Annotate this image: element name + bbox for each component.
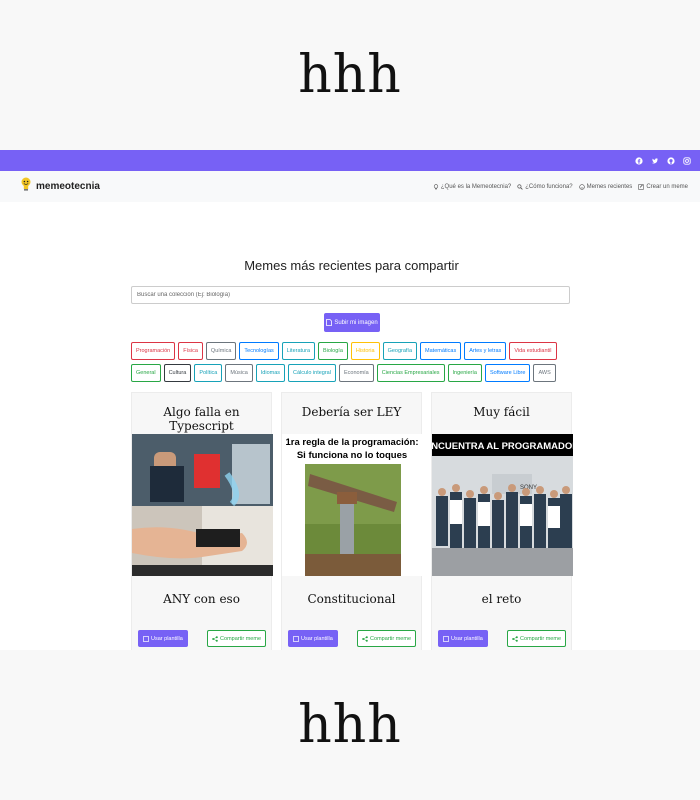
nav-link-label: ¿Cómo funciona? <box>525 183 573 190</box>
meme-cards: Algo falla en Typescript ANY con eso Usa… <box>131 392 573 650</box>
tag-aws[interactable]: AWS <box>533 364 556 382</box>
meme-card: Muy fácil ENCUENTRA AL PROGRAMADOR SONY <box>431 392 573 650</box>
tag-biología[interactable]: Biología <box>318 342 348 360</box>
tag-vida-estudiantil[interactable]: Vida estudiantil <box>509 342 557 360</box>
tag-geografía[interactable]: Geografía <box>382 342 418 360</box>
tag-ingeniería[interactable]: Ingeniería <box>447 364 482 382</box>
tag-programación[interactable]: Programación <box>131 342 176 360</box>
tag-software-libre[interactable]: Software Libre <box>484 364 531 382</box>
instagram-icon[interactable] <box>682 156 692 166</box>
meme-card-actions: Usar plantilla Compartir meme <box>438 630 566 647</box>
tag-política[interactable]: Política <box>194 364 223 382</box>
meme-card-caption: el reto <box>481 592 522 606</box>
tag-economía[interactable]: Economía <box>338 364 374 382</box>
use-template-button[interactable]: Usar plantilla <box>138 630 188 647</box>
tag-row-2: General Cultura Política Música Idiomas Cálcu… <box>131 364 572 382</box>
edit-icon <box>293 635 299 642</box>
share-meme-button[interactable]: Compartir meme <box>207 630 266 647</box>
use-template-button[interactable]: Usar plantilla <box>288 630 338 647</box>
page-title: Memes más recientes para compartir <box>244 258 459 273</box>
meme-card-title: Muy fácil <box>473 405 530 419</box>
lightbulb-logo-icon <box>20 176 32 197</box>
share-meme-label: Compartir meme <box>520 635 561 642</box>
tag-cultura[interactable]: Cultura <box>163 364 192 382</box>
meme-image-flex-tape[interactable] <box>132 434 273 576</box>
social-topbar <box>0 150 700 171</box>
nav-link-label: Memes recientes <box>586 183 633 190</box>
tag-idiomas[interactable]: Idiomas <box>255 364 286 382</box>
search-icon <box>517 183 523 190</box>
collection-search-input[interactable] <box>131 286 570 304</box>
nav-link-crear-meme[interactable]: Crear un meme <box>638 184 688 190</box>
use-template-label: Usar plantilla <box>301 635 333 642</box>
meme-card: Debería ser LEY 1ra regla de la programa… <box>281 392 423 650</box>
tag-química[interactable]: Química <box>205 342 237 360</box>
meme-card-title: Algo falla en Typescript <box>163 405 240 433</box>
share-meme-button[interactable]: Compartir meme <box>507 630 566 647</box>
nav-link-label: Crear un meme <box>646 183 688 190</box>
share-meme-label: Compartir meme <box>370 635 411 642</box>
meme-card-actions: Usar plantilla Compartir meme <box>288 630 416 647</box>
edit-icon <box>143 635 149 642</box>
upload-image-label: Subir mi imagen <box>334 319 378 326</box>
bottom-band: hhh <box>0 650 700 800</box>
lightbulb-icon <box>433 183 438 189</box>
meme-card-actions: Usar plantilla Compartir meme <box>138 630 266 647</box>
brand-name: memeotecnia <box>36 181 100 192</box>
band-text-bottom: hhh <box>298 695 402 755</box>
tag-historia[interactable]: Historia <box>350 342 380 360</box>
tag-matemáticas[interactable]: Matemáticas <box>420 342 462 360</box>
tag-cálculo-integral[interactable]: Cálculo integral <box>288 364 336 382</box>
meme-card-caption: ANY con eso <box>163 592 240 606</box>
meme-card-caption: Constitucional <box>307 592 396 606</box>
meme-image-text: ENCUENTRA AL PROGRAMADOR <box>432 441 573 452</box>
tag-general[interactable]: General <box>131 364 161 382</box>
meme-image-encuentra-programador[interactable]: ENCUENTRA AL PROGRAMADOR SONY <box>432 434 573 576</box>
meme-image-text-line1: 1ra regla de la programación: <box>285 437 418 448</box>
nav-link-label: ¿Qué es la Memeotecnia? <box>440 183 512 190</box>
tag-física[interactable]: Física <box>178 342 203 360</box>
main-navbar: memeotecnia ¿Qué es la Memeotecnia? ¿Cóm… <box>0 171 700 202</box>
tag-música[interactable]: Música <box>225 364 253 382</box>
use-template-label: Usar plantilla <box>451 635 483 642</box>
tag-literatura[interactable]: Literatura <box>281 342 316 360</box>
use-template-label: Usar plantilla <box>151 635 183 642</box>
nav-link-memes-recientes[interactable]: Memes recientes <box>578 183 633 190</box>
nav-link-que-es[interactable]: ¿Qué es la Memeotecnia? <box>433 184 511 190</box>
tag-tecnologías[interactable]: Tecnologías <box>239 342 279 360</box>
file-icon <box>326 319 333 326</box>
share-meme-button[interactable]: Compartir meme <box>357 630 416 647</box>
share-meme-label: Compartir meme <box>220 635 261 642</box>
website-screenshot: memeotecnia ¿Qué es la Memeotecnia? ¿Cóm… <box>0 150 700 650</box>
tag-ciencias-empresariales[interactable]: Ciencias Empresariales <box>376 364 445 382</box>
meme-image-text-line2: Si funciona no lo toques <box>297 450 407 461</box>
band-text-top: hhh <box>298 45 402 105</box>
share-icon <box>212 635 218 642</box>
smile-icon <box>578 183 585 190</box>
edit-icon <box>443 635 449 642</box>
nav-links: ¿Qué es la Memeotecnia? ¿Cómo funciona? … <box>433 184 688 190</box>
brand[interactable]: memeotecnia <box>20 176 100 197</box>
nav-link-como-funciona[interactable]: ¿Cómo funciona? <box>517 183 573 190</box>
twitter-icon[interactable] <box>650 156 660 166</box>
main-content: Memes más recientes para compartir Subir… <box>131 202 573 650</box>
meme-card-title: Debería ser LEY <box>301 405 402 419</box>
tag-artes-y-letras[interactable]: Artes y letras <box>464 342 507 360</box>
facebook-icon[interactable] <box>634 156 644 166</box>
edit-icon <box>638 183 645 190</box>
top-band: hhh <box>0 0 700 150</box>
github-icon[interactable] <box>666 156 676 166</box>
share-icon <box>512 635 518 642</box>
tag-row-1: Programación Física Química Tecnologías Lite… <box>131 342 572 360</box>
meme-image-primera-regla[interactable]: 1ra regla de la programación: Si funcion… <box>282 434 423 576</box>
upload-image-button[interactable]: Subir mi imagen <box>324 313 380 332</box>
share-icon <box>362 635 368 642</box>
use-template-button[interactable]: Usar plantilla <box>438 630 488 647</box>
meme-card: Algo falla en Typescript ANY con eso Usa… <box>131 392 273 650</box>
